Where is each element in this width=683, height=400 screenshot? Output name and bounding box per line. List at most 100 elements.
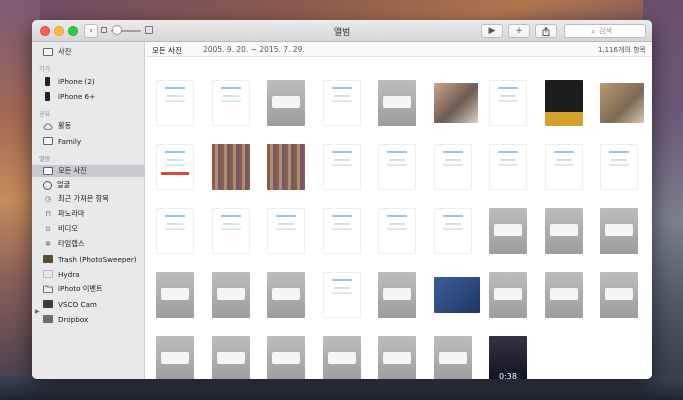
photo-thumbnail[interactable]: [211, 144, 250, 190]
photo-thumbnail[interactable]: [156, 272, 194, 318]
sidebar-item-label: 활동: [58, 121, 72, 130]
all-photos-icon: [43, 167, 53, 175]
sidebar-item-label: Dropbox: [58, 314, 89, 324]
photo-thumbnail[interactable]: [267, 336, 305, 379]
sidebar-item-all-photos[interactable]: 모든 사진: [32, 165, 145, 177]
sidebar-item-activity[interactable]: 활동: [32, 120, 145, 132]
sidebar-item-videos[interactable]: ⊙ 비디오: [32, 223, 145, 235]
photo-grid-area: 모든 사진 2005. 9. 20. ~ 2015. 7. 29. 1,116개…: [146, 42, 652, 379]
photo-thumbnail[interactable]: [544, 144, 583, 190]
sidebar-item-trash-photosweeper[interactable]: Trash (PhotoSweeper): [32, 253, 145, 265]
photo-thumbnail[interactable]: [489, 80, 527, 126]
search-icon: ⌕: [591, 27, 596, 36]
photo-thumbnail[interactable]: [544, 208, 583, 254]
slideshow-button[interactable]: ▶: [481, 24, 503, 38]
sidebar-item-label: 얼굴: [57, 180, 71, 189]
sidebar-item-label: VSCO Cam: [58, 299, 97, 309]
titlebar: ‹ 앨범 ▶ + ⌕ 검색: [32, 20, 652, 42]
video-icon: ⊙: [45, 225, 51, 233]
sidebar-item-label: 파노라마: [58, 209, 85, 218]
sidebar-item-label: 사진: [58, 47, 72, 56]
sidebar-item-iphone-2[interactable]: iPhone (2): [32, 75, 145, 87]
item-count: 1,116개의 항목: [597, 46, 646, 54]
sidebar-item-iphone-6plus[interactable]: iPhone 6+: [32, 90, 145, 102]
photo-thumbnail[interactable]: [489, 144, 527, 190]
photo-thumbnail[interactable]: [544, 272, 583, 318]
photo-thumbnail[interactable]: [211, 208, 250, 254]
sidebar-item-label: 비디오: [58, 224, 78, 233]
photo-thumbnail[interactable]: [378, 272, 416, 318]
sidebar-item-vsco-cam[interactable]: VSCO Cam: [32, 298, 145, 310]
photo-thumbnail[interactable]: [211, 80, 250, 126]
panorama-icon: ⊓: [45, 210, 51, 218]
photo-thumbnail[interactable]: [600, 83, 644, 123]
sidebar-item-family[interactable]: Family: [32, 135, 145, 147]
photo-thumbnail[interactable]: [322, 272, 361, 318]
photo-thumbnail[interactable]: [156, 336, 194, 379]
sidebar-item-label: 최근 가져온 항목: [58, 194, 109, 203]
photo-thumbnail[interactable]: [267, 80, 305, 126]
photo-thumbnail[interactable]: [544, 80, 583, 126]
photo-thumbnail[interactable]: [322, 144, 361, 190]
photo-thumbnail[interactable]: [378, 336, 416, 379]
photo-thumbnail[interactable]: [600, 144, 638, 190]
sidebar-item-timelapse[interactable]: ✲ 타임랩스: [32, 238, 145, 250]
photo-thumbnail[interactable]: [600, 272, 638, 318]
desktop-wallpaper-bottom: [0, 376, 683, 400]
shared-album-icon: [43, 137, 53, 145]
cloud-icon: [43, 122, 53, 130]
sidebar-item-label: iPhoto 이벤트: [58, 284, 103, 293]
photo-thumbnail[interactable]: [433, 277, 480, 313]
photo-thumbnail[interactable]: [211, 272, 250, 318]
sidebar-item-faces[interactable]: 얼굴: [32, 179, 145, 191]
photo-thumbnail[interactable]: [156, 144, 194, 190]
photo-thumbnail[interactable]: [267, 144, 305, 190]
sidebar-item-label: Family: [58, 136, 82, 146]
face-icon: [43, 180, 52, 190]
sidebar-item-iphoto-events[interactable]: iPhoto 이벤트: [32, 283, 145, 295]
photo-thumbnail[interactable]: [378, 144, 416, 190]
photo-thumbnail[interactable]: [378, 80, 416, 126]
photo-thumbnail[interactable]: [489, 272, 527, 318]
sidebar-item-photos[interactable]: 사진: [32, 46, 145, 58]
clock-icon: ◷: [44, 195, 52, 203]
photo-thumbnail[interactable]: [433, 83, 478, 123]
sidebar-item-label: Trash (PhotoSweeper): [58, 254, 137, 264]
photo-thumbnail[interactable]: [433, 336, 472, 379]
photo-thumbnail[interactable]: [267, 208, 305, 254]
album-thumbnail-icon: [43, 255, 53, 263]
photo-thumbnail[interactable]: [211, 336, 250, 379]
photo-thumbnail[interactable]: [433, 144, 472, 190]
sidebar-section-albums: 앨범: [39, 156, 51, 163]
content-header: 모든 사진 2005. 9. 20. ~ 2015. 7. 29. 1,116개…: [146, 42, 652, 57]
sidebar-section-devices: 기기: [39, 66, 51, 73]
photo-thumbnail[interactable]: [433, 208, 472, 254]
date-range: 2005. 9. 20. ~ 2015. 7. 29.: [203, 45, 305, 54]
album-thumbnail-icon: [43, 315, 53, 323]
sidebar-item-dropbox[interactable]: Dropbox: [32, 313, 145, 325]
sidebar-item-panoramas[interactable]: ⊓ 파노라마: [32, 208, 145, 220]
photo-thumbnail[interactable]: [322, 80, 361, 126]
iphone-icon: [45, 91, 50, 101]
sidebar-item-last-import[interactable]: ◷ 최근 가져온 항목: [32, 193, 145, 205]
sidebar: 사진 기기 iPhone (2) iPhone 6+ 공유 활동 Family …: [32, 42, 145, 379]
share-button[interactable]: [535, 24, 557, 38]
sidebar-item-label: 모든 사진: [58, 166, 87, 175]
photo-thumbnail[interactable]: [267, 272, 305, 318]
sidebar-item-label: Hydra: [58, 269, 80, 279]
sidebar-item-hydra[interactable]: Hydra: [32, 268, 145, 280]
photo-thumbnail[interactable]: [322, 336, 361, 379]
photo-thumbnail[interactable]: [156, 208, 194, 254]
photo-thumbnail[interactable]: [489, 208, 527, 254]
photo-thumbnail[interactable]: [156, 80, 194, 126]
search-placeholder: 검색: [599, 27, 612, 35]
photo-thumbnail[interactable]: [600, 208, 638, 254]
sidebar-section-shared: 공유: [39, 111, 51, 118]
search-input[interactable]: ⌕ 검색: [564, 24, 646, 38]
photo-thumbnail[interactable]: 0:38: [489, 336, 527, 379]
photo-thumbnail[interactable]: [322, 208, 361, 254]
add-button[interactable]: +: [508, 24, 530, 38]
photo-thumbnail[interactable]: [378, 208, 416, 254]
folder-icon: [43, 285, 53, 293]
timelapse-icon: ✲: [45, 240, 51, 248]
